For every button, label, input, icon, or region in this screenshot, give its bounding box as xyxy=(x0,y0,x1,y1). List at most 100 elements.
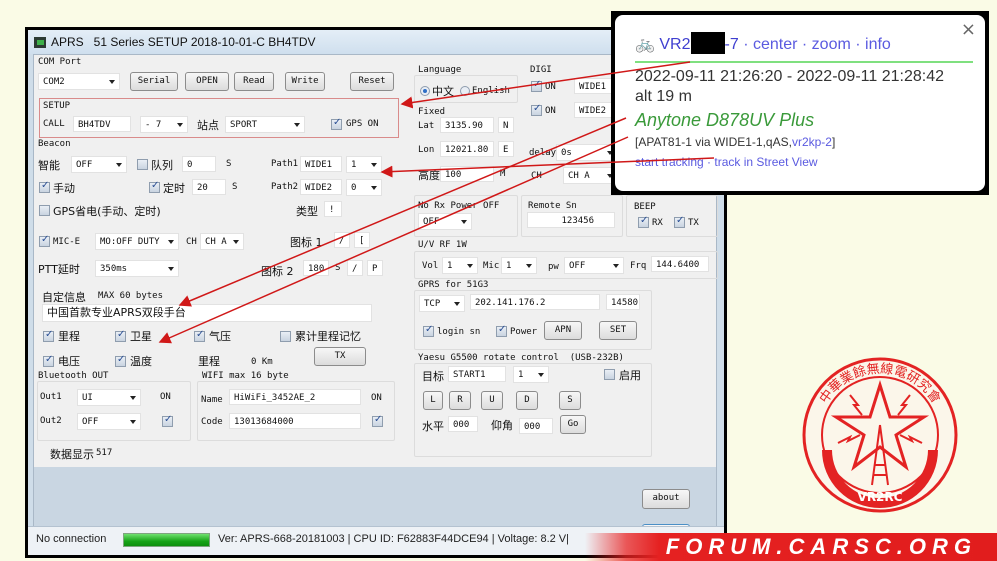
voltage-checkbox[interactable] xyxy=(43,354,54,367)
out1-select[interactable]: UI xyxy=(77,389,141,406)
zoom-link[interactable]: zoom xyxy=(812,36,851,53)
rotate-stop-button[interactable]: S xyxy=(559,391,581,410)
reset-button[interactable]: Reset xyxy=(350,72,394,91)
about-button[interactable]: about xyxy=(642,489,690,509)
lon-dir-input[interactable]: E xyxy=(498,141,514,157)
manual-label: 手动 xyxy=(53,182,75,195)
callsign-link[interactable]: VR2 -7 xyxy=(659,32,739,54)
read-button[interactable]: Read xyxy=(234,72,274,91)
tx-button[interactable]: TX xyxy=(314,347,366,366)
mice-label: MIC-E xyxy=(53,237,81,247)
out2-select[interactable]: OFF xyxy=(77,413,141,430)
icon2-b-input[interactable]: P xyxy=(367,260,383,276)
frq-input[interactable]: 144.6400 xyxy=(651,256,709,272)
ptt-select[interactable]: 350ms xyxy=(95,260,179,277)
cumulative-mileage-checkbox[interactable] xyxy=(280,331,291,342)
azimuth-input[interactable]: 000 xyxy=(448,416,478,432)
digi-delay-select[interactable]: 0s xyxy=(556,144,618,161)
queue-input[interactable]: 0 xyxy=(182,156,216,172)
manual-checkbox[interactable] xyxy=(39,180,50,193)
login-sn-checkbox[interactable] xyxy=(423,324,434,337)
mic-select[interactable]: 1 xyxy=(501,257,537,274)
center-link[interactable]: center xyxy=(753,36,797,53)
digi-on1-checkbox[interactable] xyxy=(531,79,542,92)
vol-select[interactable]: 1 xyxy=(442,257,478,274)
custom-info-label: 自定信息 xyxy=(42,291,86,304)
pressure-checkbox[interactable] xyxy=(194,329,205,342)
lon-input[interactable]: 12021.80 xyxy=(440,141,494,157)
mice-checkbox[interactable] xyxy=(39,234,50,247)
rotator-enable-checkbox[interactable] xyxy=(604,369,615,380)
type-input[interactable]: ! xyxy=(324,201,342,217)
station-select[interactable]: SPORT xyxy=(225,116,305,133)
icon2-a-input[interactable]: / xyxy=(347,260,363,276)
beep-rx-checkbox[interactable] xyxy=(638,215,649,228)
info-link[interactable]: info xyxy=(865,36,891,53)
lat-input[interactable]: 3135.90 xyxy=(440,117,494,133)
rotator-target-n-select[interactable]: 1 xyxy=(513,366,549,383)
apn-button[interactable]: APN xyxy=(544,321,582,340)
no-rx-power-select[interactable]: OFF xyxy=(418,213,472,230)
ssid-select[interactable]: - 7 xyxy=(140,116,188,133)
chevron-down-icon xyxy=(526,264,532,268)
bicycle-icon: 🚲 xyxy=(635,34,655,53)
set-button[interactable]: SET xyxy=(599,321,637,340)
rotate-down-button[interactable]: D xyxy=(516,391,538,410)
mice-mode-select[interactable]: MO:OFF DUTY xyxy=(95,233,179,250)
language-chinese-radio[interactable] xyxy=(420,86,430,96)
icon1-b-input[interactable]: [ xyxy=(354,232,370,248)
lat-dir-input[interactable]: N xyxy=(498,117,514,133)
serial-button[interactable]: Serial xyxy=(130,72,178,91)
digi-ch-select[interactable]: CH A xyxy=(563,167,618,184)
rotate-up-button[interactable]: U xyxy=(481,391,503,410)
language-english-radio[interactable] xyxy=(460,86,470,96)
rotate-right-button[interactable]: R xyxy=(449,391,471,410)
path2-n-select[interactable]: 0 xyxy=(346,179,382,196)
gps-save-checkbox[interactable] xyxy=(39,205,50,216)
wifi-code-input[interactable]: 13013684000 xyxy=(229,413,361,429)
write-button[interactable]: Write xyxy=(285,72,325,91)
ch-value: CH A xyxy=(205,237,227,247)
gprs-protocol-select[interactable]: TCP xyxy=(419,295,465,312)
out2-checkbox[interactable] xyxy=(162,414,173,427)
igate-link[interactable]: vr2kp-2 xyxy=(792,135,832,149)
temperature-checkbox[interactable] xyxy=(115,354,126,367)
type-label: 类型 xyxy=(296,205,318,218)
queue-checkbox[interactable] xyxy=(137,159,148,170)
gprs-server-input[interactable]: 202.141.176.2 xyxy=(470,294,600,310)
custom-info-input[interactable]: 中国首款专业APRS双段手台 xyxy=(42,304,372,322)
digi-on2-checkbox[interactable] xyxy=(531,103,542,116)
remote-sn-input[interactable]: 123456 xyxy=(527,212,615,228)
power-checkbox[interactable] xyxy=(496,324,507,337)
path2-input[interactable]: WIDE2 xyxy=(300,179,342,195)
pw-select[interactable]: OFF xyxy=(564,257,624,274)
open-button[interactable]: OPEN xyxy=(185,72,229,91)
gprs-port-input[interactable]: 14580 xyxy=(606,294,640,310)
beacon-label: Beacon xyxy=(38,139,71,149)
rotate-left-button[interactable]: L xyxy=(423,391,443,410)
com-port-select[interactable]: COM2 xyxy=(38,73,120,90)
rotator-target-input[interactable]: START1 xyxy=(448,366,506,382)
smart-select[interactable]: OFF xyxy=(71,156,127,173)
gps-on-checkbox[interactable] xyxy=(331,117,342,130)
beep-label: BEEP xyxy=(634,202,656,212)
mileage-checkbox[interactable] xyxy=(43,329,54,342)
close-icon[interactable]: × xyxy=(961,19,976,40)
call-input[interactable]: BH4TDV xyxy=(73,116,131,132)
satellite-checkbox[interactable] xyxy=(115,329,126,342)
elevation-input[interactable]: 000 xyxy=(519,418,553,434)
icon2-input[interactable]: 180 xyxy=(303,260,329,276)
wifi-name-input[interactable]: HiWiFi_3452AE_2 xyxy=(229,389,361,405)
timer-checkbox[interactable] xyxy=(149,180,160,193)
icon1-a-input[interactable]: / xyxy=(334,232,350,248)
street-view-link[interactable]: track in Street View xyxy=(714,155,817,169)
path1-input[interactable]: WIDE1 xyxy=(300,156,342,172)
go-button[interactable]: Go xyxy=(560,415,586,434)
wifi-code-checkbox[interactable] xyxy=(372,414,383,427)
path1-n-select[interactable]: 1 xyxy=(346,156,382,173)
altitude-input[interactable]: 100 xyxy=(440,166,494,182)
beep-tx-checkbox[interactable] xyxy=(674,215,685,228)
start-tracking-link[interactable]: start tracking xyxy=(635,155,704,169)
timer-input[interactable]: 20 xyxy=(192,179,226,195)
ch-select[interactable]: CH A xyxy=(200,233,244,250)
